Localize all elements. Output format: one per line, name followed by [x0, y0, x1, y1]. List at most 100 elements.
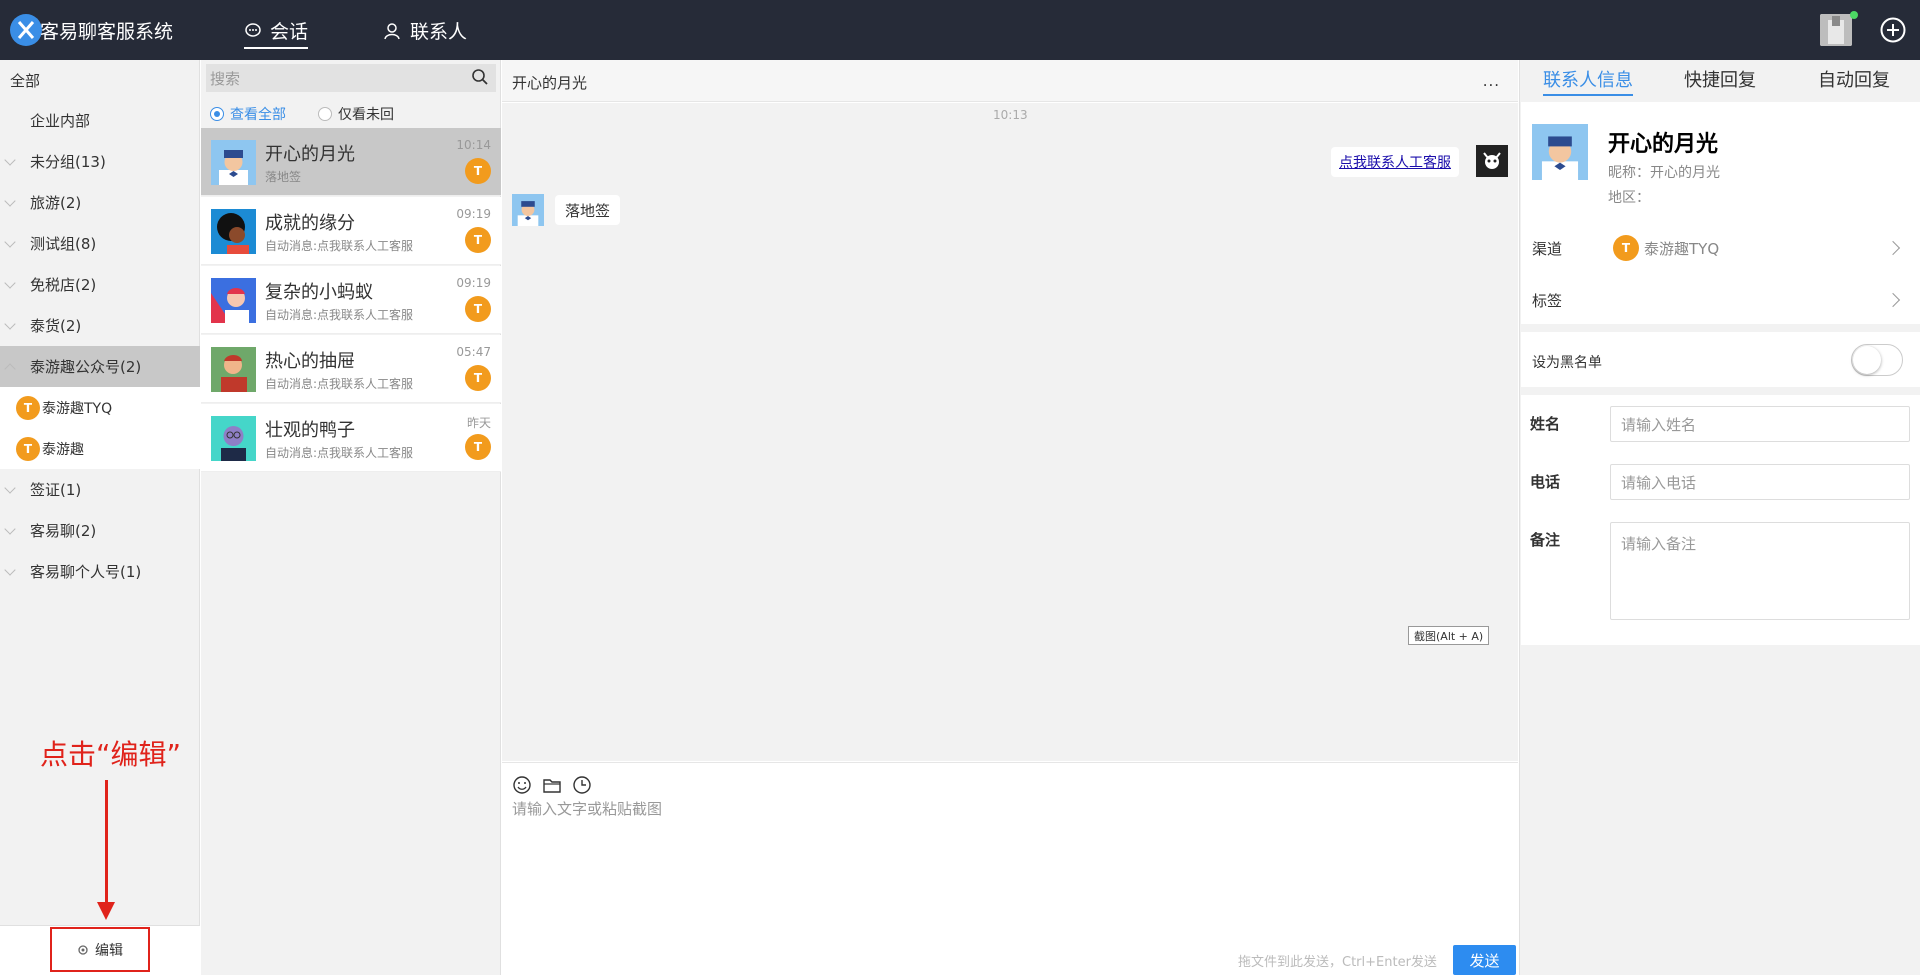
sidebar-group[interactable]: 客易聊(2) — [0, 510, 200, 551]
radio-dot — [210, 107, 224, 121]
message-composer[interactable] — [502, 762, 1518, 975]
channel-logo-icon: T — [16, 436, 40, 461]
incoming-message: 落地签 — [555, 195, 621, 225]
tab-quick-reply[interactable]: 快捷回复 — [1684, 66, 1756, 92]
conversation-item[interactable]: 成就的缘分 自动消息:点我联系人工客服 09:19 T — [201, 197, 501, 265]
filter-label: 查看全部 — [230, 107, 286, 123]
conversation-name: 壮观的鸭子 — [265, 420, 355, 441]
channel-label: 渠道 — [1532, 240, 1563, 258]
annotation-arrow — [105, 780, 108, 905]
conversation-item[interactable]: 复杂的小蚂蚁 自动消息:点我联系人工客服 09:19 T — [201, 266, 501, 334]
chevron-down-icon — [4, 236, 16, 248]
contact-avatar — [211, 416, 256, 461]
tab-contacts[interactable]: 联系人 — [384, 17, 467, 44]
sidebar-channel-item[interactable]: T 泰游趣 — [0, 428, 200, 469]
conversation-item[interactable]: 壮观的鸭子 自动消息:点我联系人工客服 昨天 T — [201, 404, 501, 472]
sidebar-item-all[interactable]: 全部 — [0, 60, 200, 101]
search-input[interactable]: 搜索 — [206, 64, 496, 92]
sidebar-item-label: 客易聊个人号(1) — [30, 563, 142, 581]
edit-button-label: 编辑 — [95, 942, 123, 959]
sidebar-group[interactable]: 泰货(2) — [0, 305, 200, 346]
channel-logo-icon: T — [465, 365, 491, 391]
sidebar-item-label: 全部 — [10, 72, 41, 90]
search-icon[interactable] — [471, 68, 489, 86]
filter-all-radio[interactable]: 查看全部 — [210, 104, 286, 124]
folder-icon[interactable] — [542, 775, 562, 795]
conversation-preview: 自动消息:点我联系人工客服 — [265, 377, 414, 391]
user-avatar[interactable] — [1820, 14, 1852, 46]
sidebar-item-label: 企业内部 — [30, 112, 91, 130]
conversation-name: 复杂的小蚂蚁 — [265, 282, 373, 303]
chevron-down-icon — [4, 154, 16, 166]
name-field[interactable]: 请输入姓名 — [1610, 406, 1910, 442]
sidebar-group[interactable]: 客易聊个人号(1) — [0, 551, 200, 592]
conversation-preview: 自动消息:点我联系人工客服 — [265, 308, 414, 322]
chevron-up-icon — [4, 363, 16, 375]
message-input[interactable]: 请输入文字或粘贴截图 — [512, 798, 662, 819]
remark-field-label: 备注 — [1530, 531, 1561, 549]
filter-label: 仅看未回 — [338, 107, 394, 123]
sidebar-group-selected[interactable]: 泰游趣公众号(2) — [0, 346, 200, 387]
annotation-arrow-head — [97, 902, 115, 920]
channel-value[interactable]: 泰游趣TYQ — [1644, 238, 1719, 259]
sidebar-item-label: 未分组(13) — [30, 153, 106, 171]
tab-conversations-label: 会话 — [270, 21, 309, 43]
conversation-name: 热心的抽屉 — [265, 351, 355, 372]
online-status-dot — [1850, 11, 1858, 19]
tab-contact-info[interactable]: 联系人信息 — [1543, 66, 1633, 96]
conversation-time: 10:14 — [456, 138, 491, 152]
more-options-button[interactable]: ... — [1483, 72, 1500, 90]
channel-logo-icon: T — [16, 395, 40, 420]
chat-header: 开心的月光 ... — [502, 60, 1518, 102]
sidebar-channel-label: 泰游趣TYQ — [42, 400, 113, 417]
contact-person-icon — [384, 22, 400, 39]
blacklist-toggle[interactable] — [1851, 344, 1903, 376]
sidebar-group[interactable]: 免税店(2) — [0, 264, 200, 305]
send-button[interactable]: 发送 — [1453, 945, 1516, 975]
contact-profile-avatar — [1532, 124, 1588, 180]
sidebar-group[interactable]: 签证(1) — [0, 469, 200, 510]
conversation-preview: 自动消息:点我联系人工客服 — [265, 239, 414, 253]
tab-conversations[interactable]: 会话 — [244, 17, 309, 49]
sidebar-group[interactable]: 测试组(8) — [0, 223, 200, 264]
channel-logo-icon: T — [465, 158, 491, 184]
sidebar-item-label: 泰货(2) — [30, 317, 82, 335]
contact-name: 开心的月光 — [1608, 132, 1719, 157]
contact-avatar — [512, 194, 544, 226]
screenshot-tip[interactable]: 截图(Alt + A) — [1408, 626, 1490, 645]
app-title: 客易聊客服系统 — [40, 21, 174, 43]
conversation-time: 09:19 — [456, 276, 491, 290]
contact-avatar — [211, 347, 256, 392]
sidebar-group[interactable]: 旅游(2) — [0, 182, 200, 223]
gear-icon — [78, 944, 88, 955]
sidebar-channel-label: 泰游趣 — [42, 441, 84, 458]
message-timestamp: 10:13 — [993, 108, 1028, 122]
channel-logo-icon: T — [465, 434, 491, 460]
sidebar-item-label: 泰游趣公众号(2) — [30, 358, 142, 376]
sidebar-item-label: 旅游(2) — [30, 194, 82, 212]
edit-button[interactable]: 编辑 — [50, 927, 150, 972]
conversation-item[interactable]: 热心的抽屉 自动消息:点我联系人工客服 05:47 T — [201, 335, 501, 403]
plus-circle-icon — [1880, 17, 1906, 43]
sidebar-group[interactable]: 未分组(13) — [0, 141, 200, 182]
contact-avatar — [211, 209, 256, 254]
sidebar-item-internal[interactable]: 企业内部 — [0, 100, 200, 141]
sidebar-channel-item[interactable]: T 泰游趣TYQ — [0, 387, 200, 428]
tab-auto-reply[interactable]: 自动回复 — [1818, 66, 1890, 92]
contact-region: 地区： — [1608, 190, 1650, 206]
conversation-name: 成就的缘分 — [265, 213, 355, 234]
conversation-item[interactable]: 开心的月光 落地签 10:14 T — [201, 128, 501, 196]
contact-avatar — [211, 140, 256, 185]
phone-field[interactable]: 请输入电话 — [1610, 464, 1910, 500]
remark-field[interactable]: 请输入备注 — [1610, 522, 1910, 620]
sidebar-item-label: 签证(1) — [30, 481, 82, 499]
chevron-down-icon — [4, 482, 16, 494]
outgoing-message-link[interactable]: 点我联系人工客服 — [1331, 147, 1459, 177]
emoji-icon[interactable] — [512, 775, 532, 795]
clock-icon[interactable] — [572, 775, 592, 795]
tag-label[interactable]: 标签 — [1532, 290, 1562, 311]
conversation-preview: 自动消息:点我联系人工客服 — [265, 446, 414, 460]
filter-unread-radio[interactable]: 仅看未回 — [318, 104, 394, 124]
conversation-preview: 落地签 — [265, 170, 302, 184]
add-button[interactable] — [1880, 17, 1906, 43]
